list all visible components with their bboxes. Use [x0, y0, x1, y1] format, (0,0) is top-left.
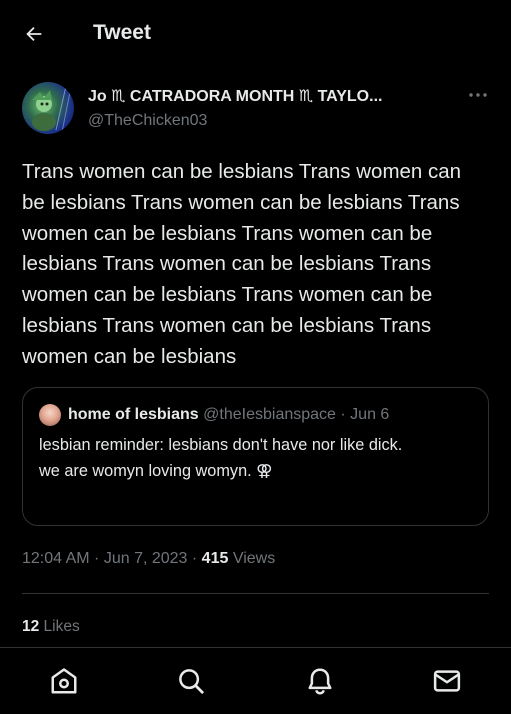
quoted-tweet[interactable]: home of lesbians @theIesbianspace · Jun …	[22, 387, 489, 526]
meta-separator: ·	[187, 550, 202, 567]
meta-separator: ·	[89, 550, 104, 567]
quote-avatar	[39, 404, 61, 426]
search-icon	[179, 669, 204, 694]
page-title: Tweet	[93, 21, 151, 44]
quote-text: lesbian reminder: lesbians don't have no…	[39, 436, 403, 480]
author-handle[interactable]: @TheChicken03	[88, 111, 207, 131]
tweet-date[interactable]: Jun 7, 2023	[104, 550, 188, 567]
likes-label: Likes	[39, 618, 80, 635]
quote-date: Jun 6	[350, 406, 390, 423]
quote-author-name: home of lesbians	[68, 406, 199, 423]
nav-home[interactable]	[47, 664, 81, 698]
tweet-text: Trans women can be lesbians Trans women …	[22, 160, 462, 368]
tweet-time[interactable]: 12:04 AM	[22, 550, 90, 567]
nav-messages[interactable]	[430, 664, 464, 698]
likes-link[interactable]: 12 Likes	[22, 617, 80, 637]
views-label: Views	[228, 550, 276, 567]
more-options-button[interactable]	[465, 84, 491, 106]
likes-count: 12	[22, 618, 40, 635]
quote-separator: ·	[340, 406, 346, 423]
divider	[22, 593, 489, 594]
home-icon	[51, 668, 77, 694]
arrow-left-icon	[26, 26, 42, 42]
bell-icon	[308, 668, 332, 695]
tweet-detail-page: Tweet Jo ♏ CATRADORA MONTH ♏ TAYLO... @T…	[0, 0, 511, 714]
nav-notifications[interactable]	[303, 664, 337, 698]
mail-icon	[433, 670, 461, 692]
top-header: Tweet	[0, 0, 511, 66]
tweet-author: Jo ♏ CATRADORA MONTH ♏ TAYLO... @TheChic…	[22, 82, 492, 134]
quote-author-handle: @theIesbianspace	[203, 406, 336, 423]
quote-header: home of lesbians @theIesbianspace · Jun …	[68, 405, 478, 425]
avatar-image	[32, 85, 71, 133]
bottom-nav	[0, 647, 511, 714]
views-count: 415	[201, 550, 229, 567]
author-display-name[interactable]: Jo ♏ CATRADORA MONTH ♏ TAYLO...	[88, 87, 433, 107]
nav-search[interactable]	[174, 664, 208, 698]
avatar[interactable]	[22, 82, 74, 134]
more-horizontal-icon	[469, 93, 487, 97]
back-button[interactable]	[20, 20, 48, 48]
tweet-meta: 12:04 AM · Jun 7, 2023 · 415 Views	[22, 548, 492, 570]
